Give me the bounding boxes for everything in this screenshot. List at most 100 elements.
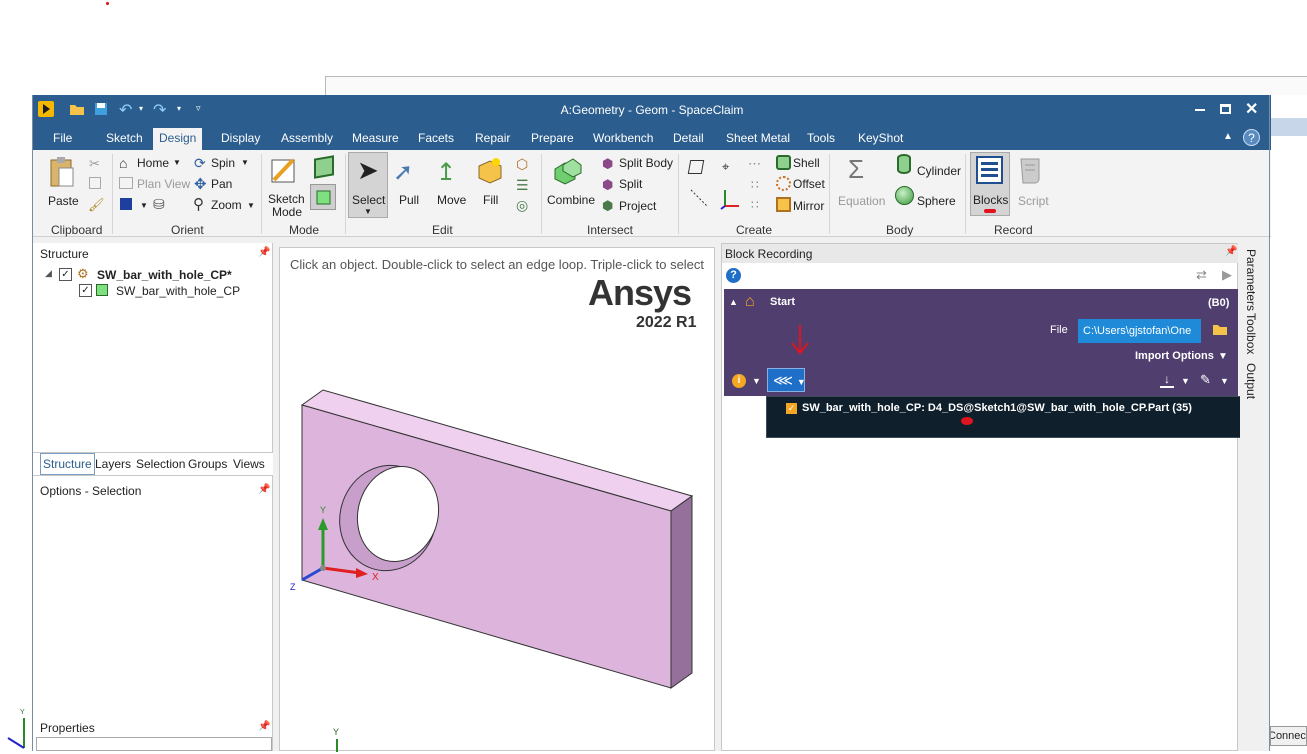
sphere-button[interactable]: Sphere xyxy=(917,194,956,208)
tab-groups[interactable]: Groups xyxy=(188,457,227,471)
tab-repair[interactable]: Repair xyxy=(469,128,516,150)
sketch-mode-label-line2[interactable]: Mode xyxy=(272,205,302,219)
import-options-dropdown-icon[interactable]: ▼ xyxy=(1218,351,1228,362)
tab-output[interactable]: Output xyxy=(1240,361,1262,401)
tab-sketch[interactable]: Sketch xyxy=(100,128,149,150)
cut-icon[interactable]: ✂ xyxy=(89,156,100,172)
point-icon[interactable]: ⌖ xyxy=(722,159,729,175)
spin-button[interactable]: Spin xyxy=(211,156,235,170)
split-body-button[interactable]: Split Body xyxy=(619,156,673,170)
info-dropdown-icon[interactable]: ▼ xyxy=(752,376,761,386)
sphere-icon[interactable] xyxy=(895,186,914,205)
tab-structure[interactable]: Structure xyxy=(40,453,95,475)
paste-icon[interactable] xyxy=(49,156,75,188)
connect-status[interactable]: Connect xyxy=(1270,726,1307,746)
close-icon[interactable]: ✕ xyxy=(1245,99,1258,119)
edit-pencil-icon[interactable]: ✎ xyxy=(1200,372,1211,388)
plan-view-icon[interactable] xyxy=(119,177,133,189)
tab-keyshot[interactable]: KeyShot xyxy=(852,128,909,150)
zoom-button[interactable]: Zoom xyxy=(211,198,242,212)
line-sketch-icon[interactable] xyxy=(689,188,709,208)
zoom-dropdown-icon[interactable]: ▼ xyxy=(247,201,255,210)
tab-toolbox[interactable]: Toolbox xyxy=(1240,313,1262,354)
script-label[interactable]: Script xyxy=(1018,194,1049,208)
split-body-icon[interactable]: ⬢ xyxy=(602,156,613,172)
move-icon[interactable]: ↥ xyxy=(436,158,456,187)
mirror-icon[interactable] xyxy=(776,197,791,212)
equation-label[interactable]: Equation xyxy=(838,194,885,208)
zoom-icon[interactable]: ⚲ xyxy=(193,195,204,213)
entry-checkbox[interactable]: ✓ xyxy=(786,403,797,414)
collapse-icon[interactable]: ▲ xyxy=(729,297,738,307)
combine-label[interactable]: Combine xyxy=(547,193,595,207)
offset-icon[interactable] xyxy=(776,176,791,191)
pin-icon[interactable]: 📌 xyxy=(1225,246,1237,257)
browse-folder-icon[interactable] xyxy=(1212,322,1228,336)
section-mode-icon[interactable] xyxy=(314,155,334,179)
replace-icon[interactable]: ◎ xyxy=(516,197,528,214)
combine-icon[interactable] xyxy=(553,157,583,185)
spin-icon[interactable]: ⟳ xyxy=(194,155,206,172)
format-painter-icon[interactable]: 🖌 xyxy=(88,197,105,213)
tab-tools[interactable]: Tools xyxy=(801,128,841,150)
tab-design[interactable]: Design xyxy=(153,128,203,150)
sketch-mode-label-line1[interactable]: Sketch xyxy=(268,192,305,206)
view-dropdown-icon[interactable]: ▼ xyxy=(140,201,148,210)
project-button[interactable]: Project xyxy=(619,199,656,213)
help-icon[interactable]: ? xyxy=(726,268,741,283)
download-dropdown-icon[interactable]: ▼ xyxy=(1181,376,1190,386)
select-dropdown-icon[interactable]: ▼ xyxy=(364,207,372,216)
pin-icon[interactable]: 📌 xyxy=(258,484,270,495)
mirror-button[interactable]: Mirror xyxy=(793,199,824,213)
tab-prepare[interactable]: Prepare xyxy=(525,128,580,150)
tab-selection[interactable]: Selection xyxy=(136,457,185,471)
info-icon[interactable]: i xyxy=(732,374,746,388)
pair-icon[interactable]: ⇄ xyxy=(1196,267,1207,283)
tab-display[interactable]: Display xyxy=(215,128,266,150)
tab-file[interactable]: File xyxy=(47,128,78,150)
home-dropdown-icon[interactable]: ▼ xyxy=(173,158,181,167)
tab-views[interactable]: Views xyxy=(233,457,265,471)
spin-dropdown-icon[interactable]: ▼ xyxy=(241,158,249,167)
paste-label[interactable]: Paste xyxy=(48,194,79,208)
edit-dropdown-icon[interactable]: ▼ xyxy=(1220,376,1229,386)
selection-entry[interactable]: SW_bar_with_hole_CP: D4_DS@Sketch1@SW_ba… xyxy=(802,402,1192,414)
pan-button[interactable]: Pan xyxy=(211,177,232,191)
grid-pattern-icon[interactable]: ∷ xyxy=(751,198,759,212)
script-icon[interactable] xyxy=(1017,155,1047,185)
home-icon[interactable]: ⌂ xyxy=(119,155,127,171)
move-label[interactable]: Move xyxy=(437,193,466,207)
shell-button[interactable]: Shell xyxy=(793,156,820,170)
selection-mode-button[interactable]: ⋘ ▼ xyxy=(767,368,806,392)
import-options-label[interactable]: Import Options xyxy=(1135,350,1214,362)
tab-measure[interactable]: Measure xyxy=(346,128,405,150)
tab-facets[interactable]: Facets xyxy=(412,128,460,150)
sketch-mode-icon[interactable] xyxy=(271,156,297,184)
tree-child-label[interactable]: SW_bar_with_hole_CP xyxy=(116,284,240,298)
pull-icon[interactable]: ➚ xyxy=(393,158,413,187)
collapse-ribbon-icon[interactable]: ▲ xyxy=(1223,131,1233,142)
tab-workbench[interactable]: Workbench xyxy=(587,128,659,150)
home-button[interactable]: Home xyxy=(137,156,169,170)
tab-assembly[interactable]: Assembly xyxy=(275,128,339,150)
project-icon[interactable]: ⬢ xyxy=(602,198,613,214)
select-label[interactable]: Select xyxy=(352,193,385,207)
tree-root-checkbox[interactable]: ✓ xyxy=(59,268,72,281)
3d-viewport[interactable]: Click an object. Double-click to select … xyxy=(279,247,715,752)
offset-button[interactable]: Offset xyxy=(793,177,825,191)
pattern-icon[interactable]: ∷ xyxy=(751,178,759,192)
fill-label[interactable]: Fill xyxy=(483,193,498,207)
snap-view-icon[interactable]: ⛁ xyxy=(153,196,165,213)
play-icon[interactable]: ▶ xyxy=(1222,267,1232,283)
help-icon[interactable]: ? xyxy=(1243,129,1260,146)
pull-label[interactable]: Pull xyxy=(399,193,419,207)
arc-icon[interactable]: ⋯ xyxy=(748,156,761,172)
tab-parameters[interactable]: Parameters xyxy=(1240,249,1262,311)
shell-icon[interactable] xyxy=(776,155,791,170)
blend-icon[interactable]: ☰ xyxy=(516,177,529,194)
tree-root-label[interactable]: SW_bar_with_hole_CP* xyxy=(97,268,232,282)
pin-icon[interactable]: 📌 xyxy=(258,721,270,732)
tab-layers[interactable]: Layers xyxy=(95,457,131,471)
3d-mode-button[interactable] xyxy=(310,184,336,210)
tree-expand-icon[interactable]: ◢ xyxy=(45,268,52,279)
